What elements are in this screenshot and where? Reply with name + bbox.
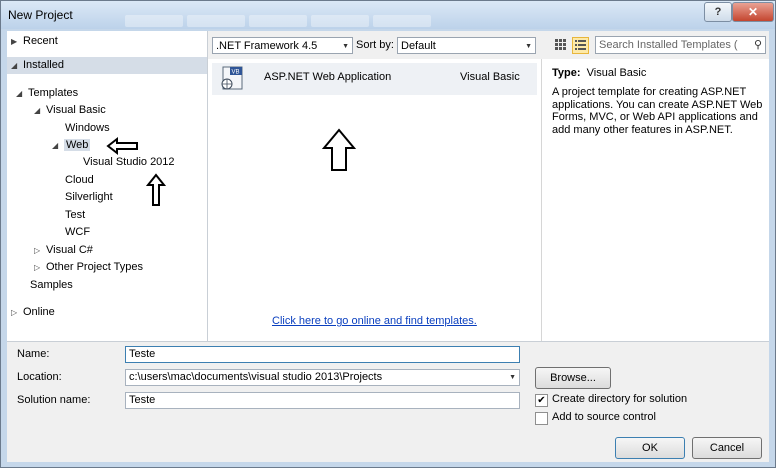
window-title: New Project [8,8,73,22]
template-list: VB ASP.NET Web Application Visual Basic … [208,59,542,341]
new-project-dialog: New Project ? ✕ ▶ Recent ◢ Installed ◢ Temp… [0,0,776,468]
tree-item-samples[interactable]: Samples [30,277,73,294]
background-tab-blur [373,15,431,27]
tree-label: Recent [23,35,58,47]
search-placeholder: Search Installed Templates ( [599,39,738,51]
expand-arrow-icon[interactable]: ▷ [34,259,46,276]
collapse-arrow-icon[interactable]: ◢ [34,102,46,119]
template-type: Visual Basic [460,71,520,83]
add-source-control-label: Add to source control [552,411,656,423]
tree-label: Templates [28,87,79,99]
background-tab-blur [187,15,245,27]
tree-item-visual-csharp[interactable]: ▷ Visual C# [34,242,93,259]
tree-item-online[interactable]: ▷ Online [11,304,55,321]
tree-item-web[interactable]: ◢ Web [52,137,91,154]
tree-label: Cloud [65,174,94,186]
tree-item-visual-basic[interactable]: ◢ Visual Basic [34,102,106,119]
framework-select[interactable]: .NET Framework 4.5 ▼ [212,37,353,54]
project-form: Name: Teste Location: c:\users\mac\docum… [7,341,769,462]
online-templates-link[interactable]: Click here to go online and find templat… [272,315,477,327]
expand-arrow-icon[interactable]: ▶ [11,33,23,50]
hollow-up-arrow-icon [321,128,357,171]
title-bar[interactable]: New Project ? ✕ [1,1,775,29]
list-view-icon[interactable] [572,37,589,54]
tree-label: Windows [65,122,110,134]
cancel-button[interactable]: Cancel [692,437,762,459]
tree-label: Test [65,209,86,221]
dialog-body: ▶ Recent ◢ Installed ◢ Templates ◢ Visual Ba… [7,31,769,462]
list-item[interactable]: VB ASP.NET Web Application Visual Basic [212,63,537,95]
collapse-arrow-icon[interactable]: ◢ [11,57,23,74]
checkmark-icon: ✔ [537,395,546,406]
tree-label: Silverlight [65,191,113,203]
tree-item-cloud[interactable]: Cloud [65,172,94,189]
type-value: Visual Basic [586,67,647,79]
location-label: Location: [17,371,62,383]
tree-item-wcf[interactable]: WCF [65,224,90,241]
collapse-arrow-icon[interactable]: ◢ [52,137,64,154]
expand-arrow-icon[interactable]: ▷ [34,242,46,259]
small-icons-view-icon[interactable] [552,37,569,54]
tree-label: WCF [65,226,91,238]
framework-value: .NET Framework 4.5 [216,40,318,52]
hollow-left-arrow-icon [106,136,138,156]
tree-label: Visual Studio 2012 [83,156,175,168]
add-source-control-checkbox[interactable] [535,412,548,425]
sort-by-label: Sort by: [356,39,394,51]
search-templates-input[interactable]: Search Installed Templates ( ⚲ [595,36,766,54]
background-tab-blur [125,15,183,27]
dropdown-arrow-icon: ▼ [509,374,516,381]
background-tab-blur [249,15,307,27]
tree-item-recent[interactable]: ▶ Recent [11,33,58,50]
tree-item-installed[interactable]: ◢ Installed [7,57,207,74]
help-button[interactable]: ? [704,2,732,22]
tree-item-templates[interactable]: ◢ Templates [16,85,78,102]
tree-item-silverlight[interactable]: Silverlight [65,189,113,206]
sort-by-select[interactable]: Default ▼ [397,37,536,54]
collapse-arrow-icon[interactable]: ◢ [16,85,28,102]
dropdown-arrow-icon: ▼ [342,43,349,50]
tree-label: Installed [23,59,64,71]
location-value: c:\users\mac\documents\visual studio 201… [129,371,383,383]
expand-arrow-icon[interactable]: ▷ [11,304,23,321]
name-field[interactable]: Teste [125,346,520,363]
tree-item-test[interactable]: Test [65,207,85,224]
svg-text:VB: VB [232,70,240,76]
tree-label: Other Project Types [46,261,144,273]
template-toolbar: .NET Framework 4.5 ▼ Sort by: Default ▼ Se… [208,31,769,60]
tree-item-visual-studio-2012[interactable]: Visual Studio 2012 [83,154,175,171]
close-button[interactable]: ✕ [732,2,774,22]
background-tab-blur [311,15,369,27]
solution-name-field[interactable]: Teste [125,392,520,409]
location-select[interactable]: c:\users\mac\documents\visual studio 201… [125,369,520,386]
tree-label: Online [23,306,55,318]
browse-button[interactable]: Browse... [535,367,611,389]
tree-label: Visual C# [46,244,93,256]
tree-item-windows[interactable]: Windows [65,120,110,137]
template-description: A project template for creating ASP.NET … [552,86,763,136]
tree-label: Web [64,139,91,151]
hollow-up-arrow-icon [145,173,167,206]
sort-by-value: Default [401,40,436,52]
template-type-line: Type: Visual Basic [552,67,646,79]
create-directory-checkbox[interactable]: ✔ [535,394,548,407]
vb-web-project-icon: VB [221,66,243,90]
tree-item-other-project-types[interactable]: ▷ Other Project Types [34,259,143,276]
tree-label: Visual Basic [46,104,106,116]
type-label: Type: [552,67,581,79]
template-name: ASP.NET Web Application [264,71,392,83]
ok-button[interactable]: OK [615,437,685,459]
dropdown-arrow-icon: ▼ [525,43,532,50]
solution-name-label: Solution name: [17,394,91,406]
template-details: Type: Visual Basic A project template fo… [542,59,769,341]
search-icon[interactable]: ⚲ [754,37,762,53]
tree-label: Samples [30,279,73,291]
create-directory-label: Create directory for solution [552,393,688,405]
template-tree: ▶ Recent ◢ Installed ◢ Templates ◢ Visual Ba… [7,31,208,341]
name-label: Name: [17,348,50,360]
